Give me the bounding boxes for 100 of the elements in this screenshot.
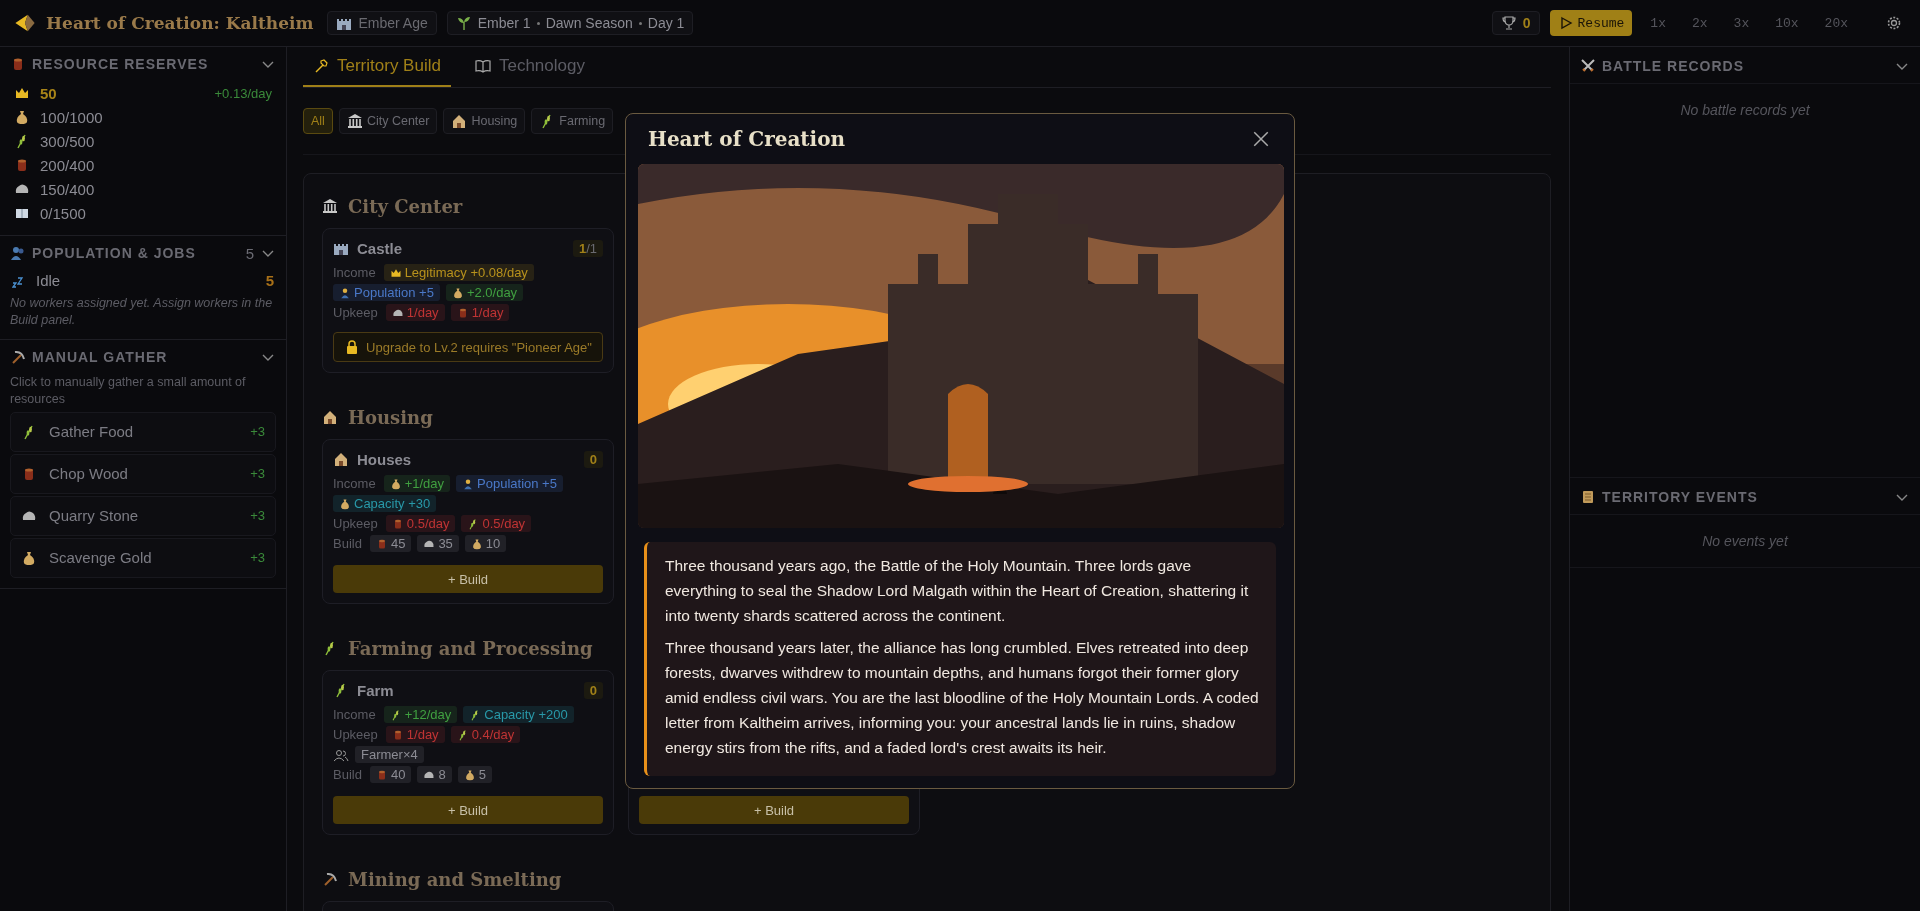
building-name: Houses	[357, 450, 412, 468]
money-bag-icon	[21, 549, 37, 566]
trophy-counter: 0	[1491, 11, 1540, 35]
speed-button[interactable]: 3x	[1725, 10, 1758, 36]
category-heading: Housing	[348, 406, 433, 428]
gather-button[interactable]: Scavenge Gold +3	[10, 537, 276, 578]
resource-amount: 100/1000	[40, 108, 103, 126]
pickaxe-icon	[10, 348, 26, 365]
filter-chip[interactable]: City Center	[338, 108, 438, 134]
app-title: Heart of Creation: Kaltheim	[46, 13, 314, 33]
speed-button[interactable]: 2x	[1683, 10, 1716, 36]
job-label: Idle	[36, 272, 61, 289]
person-icon	[339, 286, 351, 299]
gather-button[interactable]: Gather Food +3	[10, 411, 276, 452]
dialog-title: Heart of Creation	[648, 127, 847, 151]
stat-chip: 0.5/day	[461, 515, 532, 532]
settings-icon	[1886, 15, 1902, 31]
hammer-icon	[313, 58, 329, 74]
house-icon	[451, 113, 468, 129]
stat-chip: 1/day	[450, 304, 510, 321]
section-title: MANUAL GATHER	[32, 348, 168, 365]
job-count: 5	[265, 272, 274, 289]
stat-chip: Capacity +30	[333, 495, 437, 512]
population-count: 5	[245, 244, 254, 262]
build-button[interactable]: + Build	[333, 796, 603, 824]
row-label: Income	[333, 707, 376, 722]
house-icon	[333, 451, 349, 467]
sprout-icon	[455, 15, 472, 31]
section-title: TERRITORY EVENTS	[1602, 489, 1758, 505]
row-label: Upkeep	[333, 727, 378, 742]
building-count: 0	[583, 450, 603, 468]
stat-chip: 35	[417, 535, 459, 552]
stat-chip: 40	[369, 766, 412, 783]
filter-chip[interactable]: Farming	[531, 108, 614, 134]
stat-chip: +2.0/day	[445, 284, 524, 301]
open-book-icon	[474, 58, 491, 74]
speed-button[interactable]: 10x	[1767, 10, 1807, 36]
row-label: Income	[333, 476, 376, 491]
stat-chip: 45	[369, 535, 412, 552]
section-title: RESOURCE RESERVES	[32, 56, 209, 72]
stat-chip: 0.4/day	[450, 726, 521, 743]
calendar-text: Day 1	[647, 15, 685, 31]
money-bag-icon	[470, 537, 483, 550]
stat-chip: +1/day	[383, 475, 451, 492]
tab[interactable]: Territory Build	[303, 47, 451, 87]
building-count: 1/1	[572, 239, 603, 257]
row-label: Build	[333, 536, 362, 551]
house-icon	[322, 409, 338, 425]
empty-message: No battle records yet	[1679, 102, 1811, 118]
scroll-icon	[1580, 489, 1596, 505]
build-button[interactable]: + Build	[333, 565, 603, 593]
close-icon	[1252, 130, 1270, 148]
temple-icon	[346, 113, 363, 129]
resource-amount: 0/1500	[40, 204, 86, 222]
stat-chip: Population +5	[456, 475, 563, 492]
age-badge: Ember Age	[327, 11, 437, 35]
filter-chip[interactable]: All	[303, 108, 333, 134]
gather-button[interactable]: Quarry Stone +3	[10, 495, 276, 536]
building-name: Farm	[357, 681, 394, 699]
resource-amount: 300/500	[40, 132, 95, 150]
separator-dot	[536, 21, 540, 25]
trophy-icon	[1500, 15, 1517, 31]
stat-chip: 5	[457, 766, 492, 783]
gather-button[interactable]: Chop Wood +3	[10, 453, 276, 494]
section-title: POPULATION & JOBS	[32, 245, 196, 261]
money-bag-icon	[451, 286, 464, 299]
stat-chip: 0.5/day	[385, 515, 456, 532]
money-bag-icon	[14, 109, 30, 125]
money-bag-icon	[339, 497, 351, 510]
category-heading: Farming and Processing	[348, 637, 593, 659]
money-bag-icon	[463, 768, 476, 781]
resource-amount: 200/400	[40, 156, 95, 174]
row-label: Build	[333, 767, 362, 782]
empty-note: No workers assigned yet. Assign workers in the Build panel.	[10, 295, 274, 329]
tab[interactable]: Technology	[464, 47, 595, 87]
separator-dot	[638, 21, 642, 25]
resource-amount: 50	[40, 84, 57, 102]
stat-chip: Farmer×4	[355, 746, 424, 763]
story-paragraph: Three thousand years later, the alliance has long crumbled. Elves retreated into deep forests, dwarves withdrew to mountain depths, and humans forgot their former glory amid endless civil wars. You are the last bloodline of the Holy Mountain Lords. A coded letter from Kaltheim arrives, informing you: your ancestral lands lie in ruins, shadow energy stirs from the rifts, and a faded lord's crest awaits its heir.	[665, 638, 1260, 758]
resume-button[interactable]: Resume	[1549, 10, 1633, 36]
crossed-swords-icon	[1580, 58, 1596, 74]
row-label: Income	[333, 265, 376, 280]
stat-chip: Population +5	[333, 284, 440, 301]
stat-chip: Capacity +200	[463, 706, 574, 723]
stat-chip: 8	[417, 766, 452, 783]
resource-rate: +0.13/day	[214, 85, 272, 101]
building-count: 0	[583, 681, 603, 699]
filter-chip[interactable]: Housing	[443, 108, 526, 134]
speed-button[interactable]: 1x	[1642, 10, 1674, 36]
stat-chip: 1/day	[385, 726, 445, 743]
category-heading: Mining and Smelting	[348, 868, 562, 890]
stat-chip: Legitimacy +0.08/day	[383, 264, 534, 281]
speed-button[interactable]: 20x	[1816, 10, 1856, 36]
building-name: Castle	[357, 239, 403, 257]
stat-chip: +12/day	[383, 706, 458, 723]
stat-chip: 1/day	[385, 304, 445, 321]
calendar-text: Ember 1	[477, 15, 531, 31]
category-heading: City Center	[348, 195, 463, 217]
build-button[interactable]: + Build	[639, 796, 909, 824]
empty-message: No events yet	[1701, 533, 1790, 549]
